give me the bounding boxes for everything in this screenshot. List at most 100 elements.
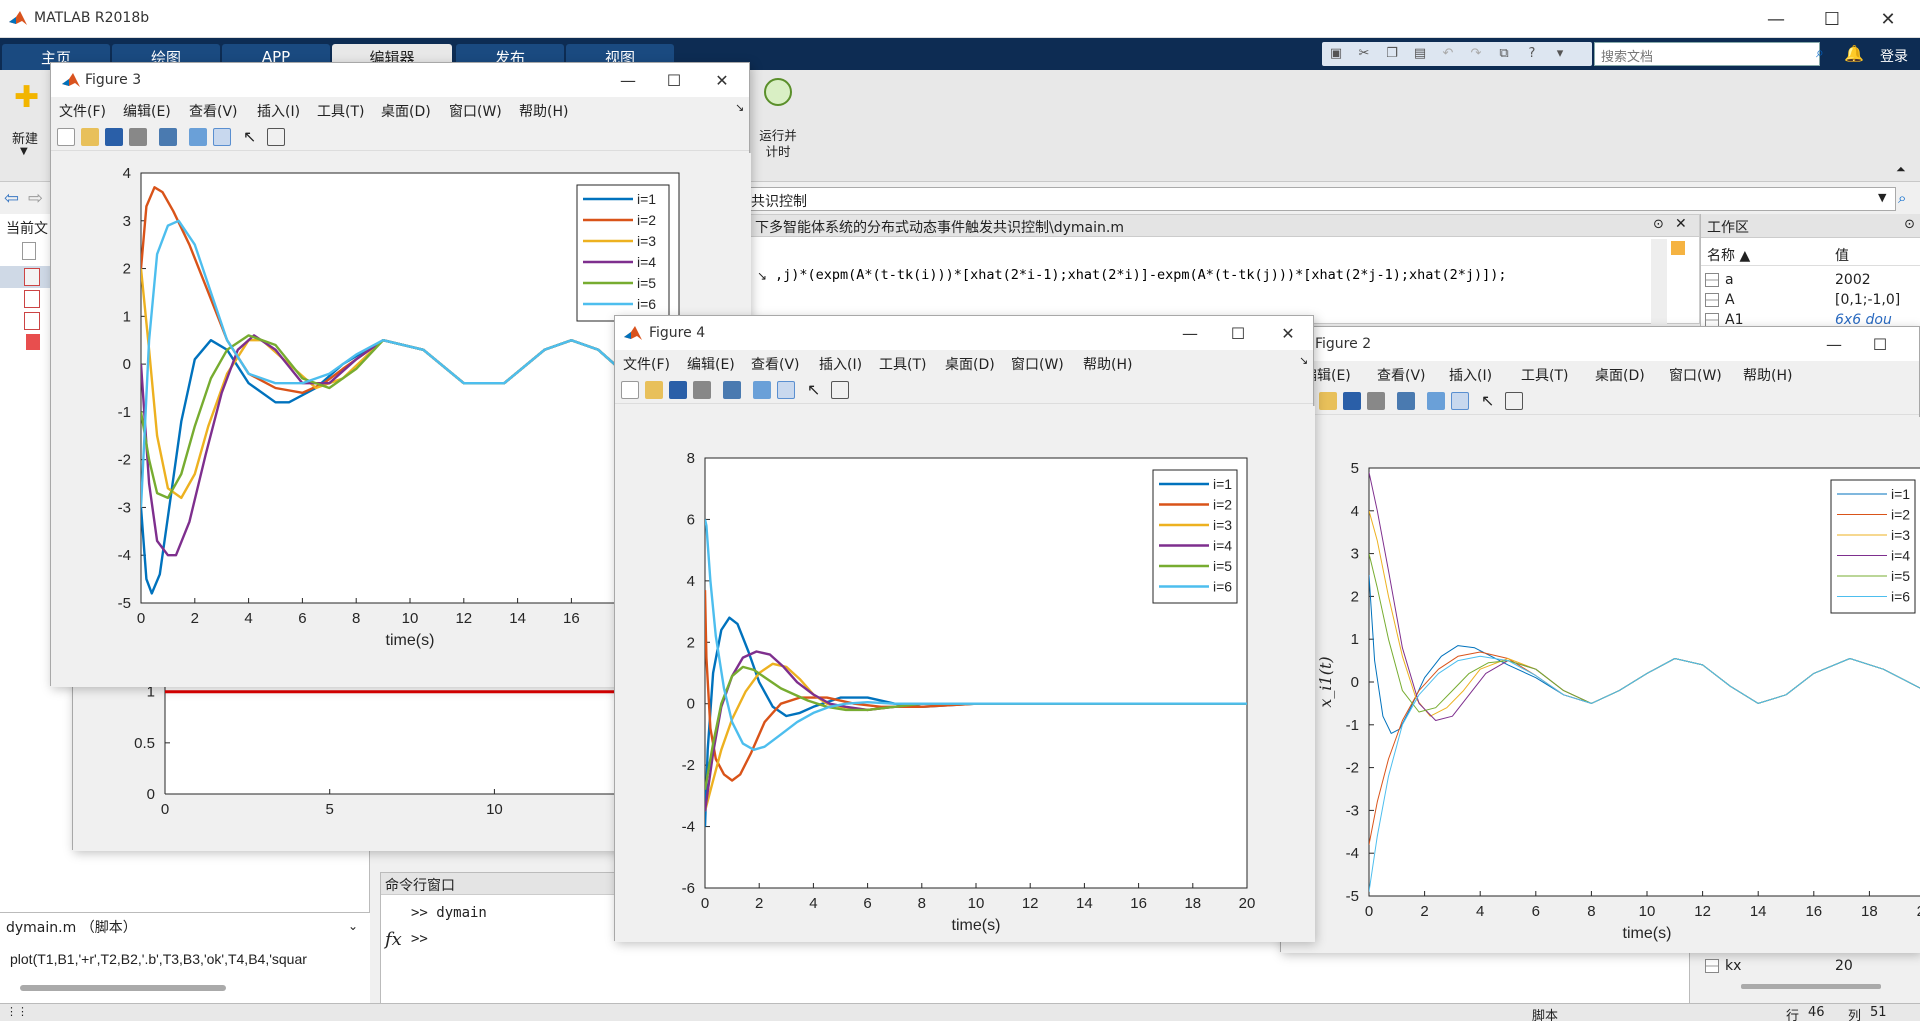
colorbar-icon[interactable] [753,381,771,399]
workspace-row[interactable]: A [0,1;-1,0] [1701,290,1920,310]
menu-insert[interactable]: 插入(I) [819,354,862,374]
save-icon[interactable]: ▣ [1328,46,1344,62]
warning-indicator[interactable] [1671,241,1685,255]
workspace-scrollbar[interactable] [1741,984,1881,989]
menu-file[interactable]: 文件(F) [623,354,670,374]
legend[interactable]: i=1 i=2 i=3 i=4 i=5 i=6 [1152,469,1238,604]
minimize-icon[interactable]: — [1811,327,1857,361]
minimize-icon[interactable]: — [605,63,651,97]
undo-icon[interactable]: ↶ [1440,46,1456,62]
workspace-row[interactable]: kx 20 [1701,956,1920,976]
maximize-icon[interactable]: ☐ [1804,0,1860,38]
forward-arrow-icon[interactable]: ⇨ [28,188,43,209]
open-file-icon[interactable] [81,128,99,146]
pointer-icon[interactable]: ↖ [1481,392,1499,410]
current-folder-path[interactable]: 共识控制 [746,187,1896,211]
print-icon[interactable] [129,128,147,146]
menu-desktop[interactable]: 桌面(D) [945,354,995,374]
collapse-ribbon-icon[interactable]: ⏶ [1896,162,1906,177]
help-icon[interactable]: ? [1524,46,1540,62]
open-file-icon[interactable] [1319,392,1337,410]
redo-icon[interactable]: ↷ [1468,46,1484,62]
file-icon[interactable] [22,242,36,260]
minimize-icon[interactable]: — [1167,316,1213,350]
fx-function-icon[interactable]: fx [385,929,402,950]
close-icon[interactable]: ✕ [1265,316,1311,350]
menu-insert[interactable]: 插入(I) [257,101,300,121]
search-input[interactable]: 搜索文档 [1594,42,1820,66]
axes[interactable]: 0 2 4 6 8 10 12 14 16-5-4-3-2-101234time(s)i=1i=… [118,165,680,649]
legend[interactable]: i=1 i=2 i=3 i=4 i=5 i=6 [576,184,670,322]
legend-icon[interactable] [1451,392,1469,410]
print-icon[interactable] [693,381,711,399]
command-prompt[interactable]: >> [411,931,428,947]
copy-icon[interactable]: ❐ [1384,46,1400,62]
back-arrow-icon[interactable]: ⇦ [4,188,19,209]
menu-insert[interactable]: 插入(I) [1449,365,1492,385]
menu-help[interactable]: 帮助(H) [1083,354,1132,374]
login-link[interactable]: 登录 [1880,46,1908,66]
close-editor-icon[interactable]: ✕ [1675,216,1687,232]
menu-tools[interactable]: 工具(T) [879,354,926,374]
menu-window[interactable]: 窗口(W) [1011,354,1064,374]
maximize-icon[interactable]: ☐ [1215,316,1261,350]
link-plot-icon[interactable] [159,128,177,146]
figure-2-plot[interactable]: 02468101214161820-5-4-3-2-1012345time(s)… [1281,417,1920,953]
notification-bell-icon[interactable]: 🔔 [1844,44,1864,63]
path-dropdown-icon[interactable]: ▼ [1878,191,1886,204]
new-figure-icon[interactable] [621,381,639,399]
menu-tools[interactable]: 工具(T) [317,101,364,121]
dock-arrow-icon[interactable]: ↘ [1299,354,1308,367]
m-file-icon[interactable] [24,268,40,286]
menu-window[interactable]: 窗口(W) [1669,365,1722,385]
details-scrollbar[interactable] [20,985,226,991]
figure-4-plot[interactable]: 0 2 4 6 8 10 12 14 16 18 20-6-4-202468time(s)i=1i=… [615,406,1315,942]
save-figure-icon[interactable] [105,128,123,146]
maximize-icon[interactable]: ☐ [1857,327,1903,361]
legend-icon[interactable] [213,128,231,146]
legend[interactable]: i=1 i=2 i=3 i=4 i=5 i=6 [1830,479,1916,614]
menu-edit[interactable]: 编辑(E) [123,101,171,121]
menu-edit[interactable]: 编辑(E) [687,354,735,374]
fig-file-icon[interactable] [24,312,40,330]
new-figure-icon[interactable] [57,128,75,146]
close-icon[interactable]: ✕ [1860,0,1916,38]
pointer-icon[interactable]: ↖ [807,381,825,399]
close-icon[interactable]: ✕ [699,63,745,97]
menu-window[interactable]: 窗口(W) [449,101,502,121]
col-value-header[interactable]: 值 [1835,245,1849,265]
colorbar-icon[interactable] [1427,392,1445,410]
fig-file-icon[interactable] [24,290,40,308]
open-file-icon[interactable] [645,381,663,399]
property-inspector-icon[interactable] [1505,392,1523,410]
chevron-down-icon[interactable]: ⌄ [348,919,358,933]
cut-icon[interactable]: ✂ [1356,46,1372,62]
menu-view[interactable]: 查看(V) [751,354,800,374]
editor-scrollbar[interactable] [1651,239,1667,325]
search-icon[interactable]: ⌕ [1816,45,1824,61]
legend-icon[interactable] [777,381,795,399]
menu-help[interactable]: 帮助(H) [519,101,568,121]
switch-windows-icon[interactable]: ⧉ [1496,46,1512,62]
menu-desktop[interactable]: 桌面(D) [381,101,431,121]
dock-arrow-icon[interactable]: ↘ [735,101,744,114]
run-and-time-button[interactable]: 运行并 计时 [752,76,804,166]
print-icon[interactable] [1367,392,1385,410]
folder-search-icon[interactable]: ⌕ [1898,189,1906,207]
menu-desktop[interactable]: 桌面(D) [1595,365,1645,385]
col-name-header[interactable]: 名称 ▲ [1707,245,1750,265]
editor-code-line[interactable]: ,j)*(expm(A*(t-tk(i)))*[xhat(2*i-1);xhat… [775,267,1507,283]
axes[interactable]: 0 2 4 6 8 10 12 14 16 18 20-6-4-202468time(s)i=1i=… [682,450,1256,934]
minimize-icon[interactable]: — [1748,0,1804,38]
colorbar-icon[interactable] [189,128,207,146]
new-button[interactable]: ✚ 新建 ▼ [6,76,50,166]
property-inspector-icon[interactable] [831,381,849,399]
menu-tools[interactable]: 工具(T) [1521,365,1568,385]
workspace-options-icon[interactable]: ⊙ [1904,217,1915,232]
customize-icon[interactable]: ▾ [1552,46,1568,62]
menu-view[interactable]: 查看(V) [189,101,238,121]
workspace-row[interactable]: a 2002 [1701,270,1920,290]
link-plot-icon[interactable] [1397,392,1415,410]
menu-help[interactable]: 帮助(H) [1743,365,1792,385]
pointer-icon[interactable]: ↖ [243,128,261,146]
